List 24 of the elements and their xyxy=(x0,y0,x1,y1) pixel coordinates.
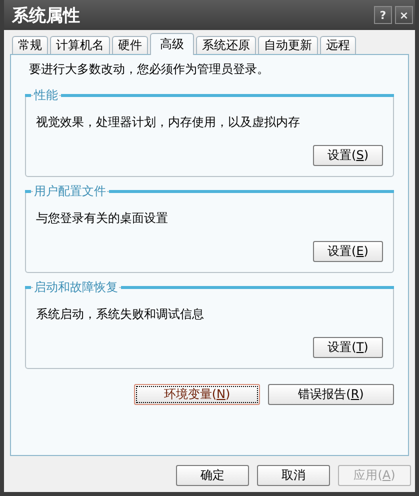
tab[interactable]: 自动更新 xyxy=(258,36,318,54)
group-title: 性能 xyxy=(33,88,59,103)
group-title: 启动和故障恢复 xyxy=(33,280,119,295)
admin-notice: 要进行大多数改动，您必须作为管理员登录。 xyxy=(28,61,270,77)
dialog-button[interactable]: 错误报告(R) xyxy=(268,384,394,405)
dialog-button[interactable]: 取消 xyxy=(257,465,330,486)
settings-button[interactable]: 设置(T) xyxy=(313,337,383,358)
help-button[interactable]: ? xyxy=(374,6,392,24)
tab[interactable]: 高级 xyxy=(150,33,194,55)
tab[interactable]: 硬件 xyxy=(112,36,148,54)
group-description: 视觉效果，处理器计划，内存使用，以及虚拟内存 xyxy=(35,114,301,130)
tab[interactable]: 计算机名 xyxy=(50,36,110,54)
group-description: 系统启动，系统失败和调试信息 xyxy=(35,306,205,322)
tab[interactable]: 系统还原 xyxy=(196,36,256,54)
group-title: 用户配置文件 xyxy=(33,184,107,199)
window-title: 系统属性 xyxy=(12,4,81,26)
tab[interactable]: 常规 xyxy=(12,36,48,54)
tab[interactable]: 远程 xyxy=(320,36,356,54)
dialog-button[interactable]: 确定 xyxy=(176,465,249,486)
group-description: 与您登录有关的桌面设置 xyxy=(35,210,169,226)
dialog-button[interactable]: 环境变量(N) xyxy=(134,384,260,405)
settings-button[interactable]: 设置(S) xyxy=(313,145,383,166)
settings-button[interactable]: 设置(E) xyxy=(313,241,383,262)
close-button[interactable]: × xyxy=(395,6,413,24)
